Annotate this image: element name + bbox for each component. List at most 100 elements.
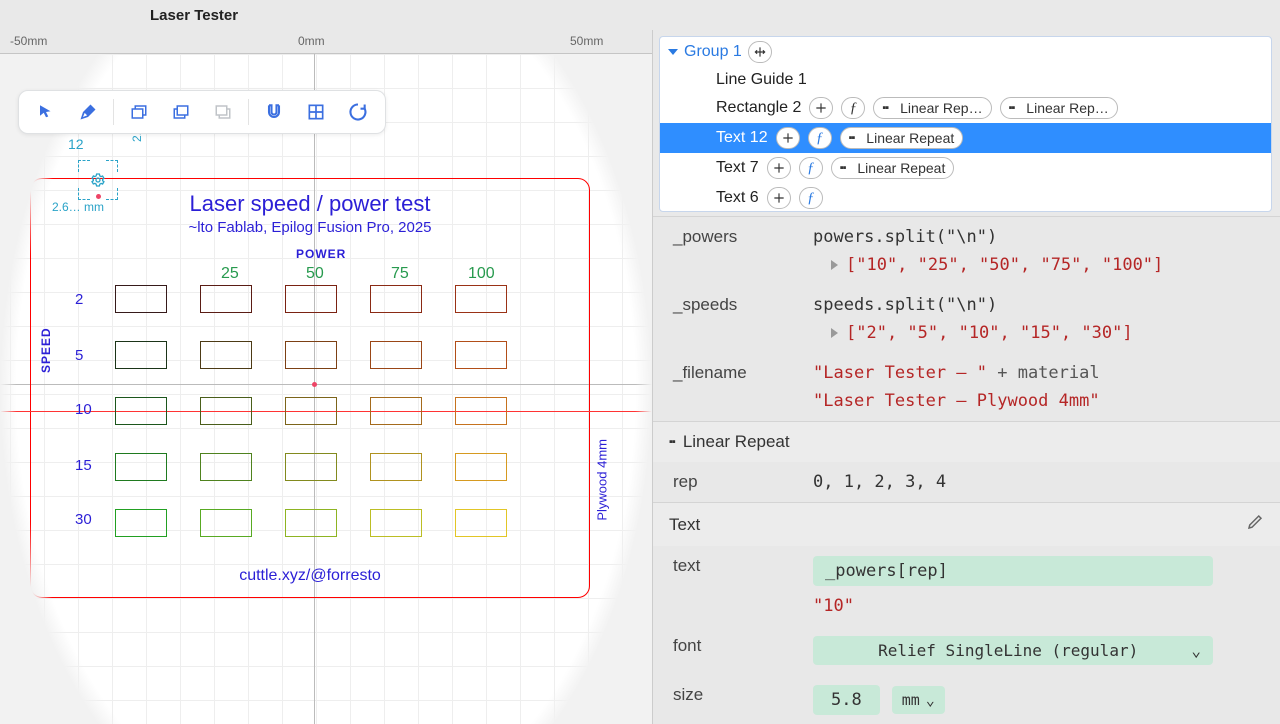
canvas-toolbar — [18, 90, 386, 134]
param-row[interactable]: size 5.8 mm⌄ — [653, 675, 1280, 724]
selection-dim-h: 2.6… mm — [52, 200, 104, 214]
param-row[interactable]: _powers powers.split("\n") ["10", "25", … — [653, 217, 1280, 285]
outline-item[interactable]: Text 7 ƒ ▪▪ Linear Repeat — [660, 153, 1271, 183]
unit-select[interactable]: mm⌄ — [892, 686, 945, 714]
expand-icon[interactable] — [831, 260, 838, 270]
expand-icon[interactable] — [831, 328, 838, 338]
speed-row: 15 — [75, 457, 92, 474]
outline-group[interactable]: Group 1 — [660, 37, 1271, 67]
param-label: _powers — [673, 227, 803, 247]
select-tool[interactable] — [25, 94, 67, 130]
power-col: 100 — [468, 265, 495, 283]
group-name: Group 1 — [684, 43, 742, 61]
test-cell[interactable] — [200, 509, 252, 537]
outline-tree[interactable]: Group 1 Line Guide 1 Rectangle 2 ƒ ▪▪ Li… — [659, 36, 1272, 212]
modifier-pill[interactable]: ▪▪ Linear Rep… — [873, 97, 991, 119]
transform-icon[interactable] — [767, 157, 791, 179]
test-cell[interactable] — [370, 341, 422, 369]
param-value[interactable]: _powers[rep] "10" — [813, 556, 1260, 616]
test-cell[interactable] — [115, 397, 167, 425]
transform-icon[interactable] — [748, 41, 772, 63]
test-cell[interactable] — [455, 341, 507, 369]
text-expr[interactable]: _powers[rep] — [813, 556, 1213, 586]
grid-toggle[interactable] — [295, 94, 337, 130]
outline-item-selected[interactable]: Text 12 ƒ ▪▪ Linear Repeat — [660, 123, 1271, 153]
param-value[interactable]: 0, 1, 2, 3, 4 — [813, 472, 1260, 492]
speed-row: 30 — [75, 511, 92, 528]
test-cell[interactable] — [370, 397, 422, 425]
param-label: _filename — [673, 363, 803, 383]
test-cell[interactable] — [285, 285, 337, 313]
parameters-section: _powers powers.split("\n") ["10", "25", … — [653, 216, 1280, 724]
transform-icon[interactable] — [767, 187, 791, 209]
test-cell[interactable] — [115, 341, 167, 369]
param-row[interactable]: text _powers[rep] "10" — [653, 546, 1280, 626]
disclosure-icon[interactable] — [668, 49, 678, 55]
param-row[interactable]: _speeds speeds.split("\n") ["2", "5", "1… — [653, 285, 1280, 353]
gear-icon[interactable] — [90, 172, 106, 191]
snap-toggle[interactable] — [253, 94, 295, 130]
artwork-frame[interactable]: Laser speed / power test ~lto Fablab, Ep… — [30, 178, 590, 598]
param-value[interactable]: speeds.split("\n") ["2", "5", "10", "15"… — [813, 295, 1260, 343]
param-row[interactable]: font Relief SingleLine (regular) ⌄ — [653, 626, 1280, 675]
param-row[interactable]: _filename "Laser Tester – " + material "… — [653, 353, 1280, 421]
test-cell[interactable] — [285, 509, 337, 537]
test-cell[interactable] — [115, 453, 167, 481]
outline-item-name: Line Guide 1 — [716, 71, 807, 89]
test-cell[interactable] — [115, 509, 167, 537]
layers-button[interactable] — [202, 94, 244, 130]
pen-tool[interactable] — [67, 94, 109, 130]
modifier-pill[interactable]: ▪▪ Linear Repeat — [840, 127, 964, 149]
test-cell[interactable] — [115, 285, 167, 313]
test-cell[interactable] — [285, 341, 337, 369]
modifier-title: Linear Repeat — [683, 432, 790, 452]
fx-icon[interactable]: ƒ — [808, 127, 832, 149]
import-button[interactable] — [118, 94, 160, 130]
test-cell[interactable] — [200, 453, 252, 481]
test-cell[interactable] — [370, 509, 422, 537]
modifier-section-header[interactable]: ▪▪ Linear Repeat — [653, 421, 1280, 462]
transform-icon[interactable] — [776, 127, 800, 149]
test-cell[interactable] — [200, 285, 252, 313]
speed-label: SPEED — [39, 327, 53, 373]
test-cell[interactable] — [455, 453, 507, 481]
modifier-pill[interactable]: ▪▪ Linear Repeat — [831, 157, 955, 179]
fx-icon[interactable]: ƒ — [799, 157, 823, 179]
modifier-icon: ▪▪ — [669, 436, 675, 448]
text-section-header[interactable]: Text — [653, 502, 1280, 546]
fx-icon[interactable]: ƒ — [841, 97, 865, 119]
test-cell[interactable] — [200, 341, 252, 369]
test-cell[interactable] — [200, 397, 252, 425]
selection-anchor[interactable] — [96, 194, 101, 199]
toolbar-sep — [248, 99, 249, 125]
test-cell[interactable] — [370, 453, 422, 481]
font-select[interactable]: Relief SingleLine (regular) ⌄ — [813, 636, 1213, 665]
ruler-tick: -50mm — [10, 34, 47, 48]
test-cell[interactable] — [285, 453, 337, 481]
outline-item[interactable]: Line Guide 1 — [660, 67, 1271, 93]
modifier-pill[interactable]: ▪▪ Linear Rep… — [1000, 97, 1118, 119]
edit-icon[interactable] — [1246, 513, 1264, 536]
outline-item[interactable]: Rectangle 2 ƒ ▪▪ Linear Rep… ▪▪ Linear R… — [660, 93, 1271, 123]
size-value[interactable]: 5.8 — [813, 685, 880, 715]
test-cell[interactable] — [455, 285, 507, 313]
speed-row: 2 — [75, 291, 83, 308]
param-value[interactable]: "Laser Tester – " + material "Laser Test… — [813, 363, 1260, 411]
test-cell[interactable] — [370, 285, 422, 313]
ruler-tick: 0mm — [298, 34, 325, 48]
canvas[interactable]: Laser speed / power test ~lto Fablab, Ep… — [0, 54, 652, 724]
outline-item[interactable]: Text 6 ƒ — [660, 183, 1271, 211]
eval-result: ["10", "25", "50", "75", "100"] — [846, 255, 1163, 275]
export-button[interactable] — [160, 94, 202, 130]
param-value[interactable]: powers.split("\n") ["10", "25", "50", "7… — [813, 227, 1260, 275]
test-cell[interactable] — [455, 397, 507, 425]
reset-view-button[interactable] — [337, 94, 379, 130]
test-cell[interactable] — [285, 397, 337, 425]
eval-result: "10" — [813, 596, 854, 616]
canvas-area[interactable]: -50mm 0mm 50mm Laser speed / power test … — [0, 30, 653, 724]
param-row[interactable]: rep 0, 1, 2, 3, 4 — [653, 462, 1280, 502]
test-cell[interactable] — [455, 509, 507, 537]
toolbar-sep — [113, 99, 114, 125]
transform-icon[interactable] — [809, 97, 833, 119]
fx-icon[interactable]: ƒ — [799, 187, 823, 209]
